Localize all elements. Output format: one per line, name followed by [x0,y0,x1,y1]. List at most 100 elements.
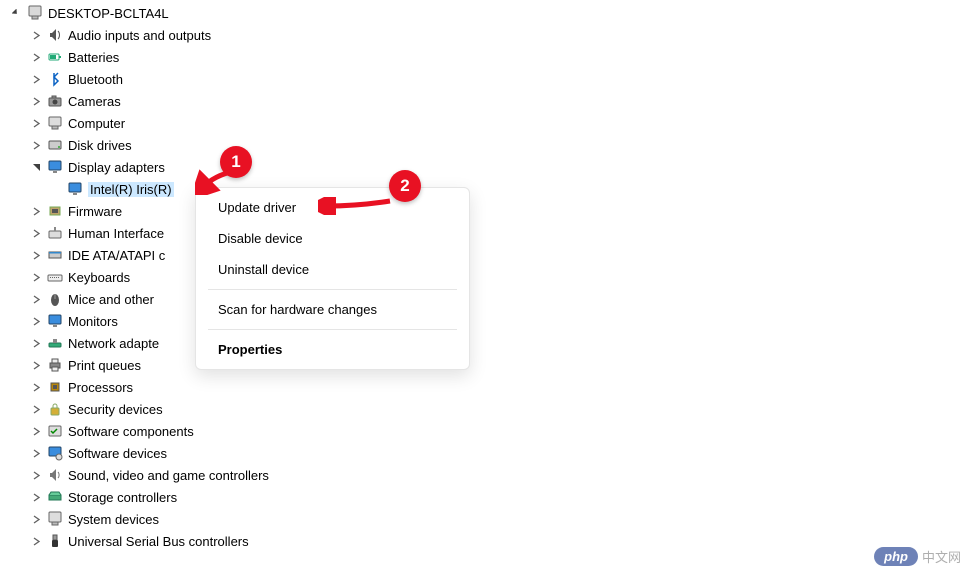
expand-icon[interactable] [30,337,42,349]
expand-icon[interactable] [30,425,42,437]
category-icon [46,70,64,88]
category-icon [46,334,64,352]
computer-icon [26,4,44,22]
category-icon [46,532,64,550]
category-icon [46,400,64,418]
tree-item[interactable]: Sound, video and game controllers [30,464,969,486]
expand-icon[interactable] [30,293,42,305]
tree-item[interactable]: Security devices [30,398,969,420]
expand-icon[interactable] [30,359,42,371]
menu-item-update-driver[interactable]: Update driver [196,192,469,223]
tree-item-label: Software components [68,424,194,439]
expand-icon[interactable] [30,271,42,283]
tree-item[interactable]: Disk drives [30,134,969,156]
menu-item-disable-device[interactable]: Disable device [196,223,469,254]
tree-item[interactable]: Monitors [30,310,969,332]
tree-item[interactable]: System devices [30,508,969,530]
tree-item[interactable]: Batteries [30,46,969,68]
expand-icon[interactable] [30,139,42,151]
watermark: php 中文网 [874,547,961,566]
tree-item[interactable]: Human Interface [30,222,969,244]
tree-item-label: Software devices [68,446,167,461]
category-icon [46,466,64,484]
tree-item-label: Audio inputs and outputs [68,28,211,43]
tree-item[interactable]: Processors [30,376,969,398]
tree-item[interactable]: Cameras [30,90,969,112]
category-icon [46,92,64,110]
category-icon [46,312,64,330]
expand-icon[interactable] [30,381,42,393]
tree-item-label: System devices [68,512,159,527]
menu-separator [208,329,457,330]
tree-item-label: Mice and other [68,292,154,307]
context-menu: Update driverDisable deviceUninstall dev… [195,187,470,370]
tree-item-label: Display adapters [68,160,165,175]
category-icon [46,378,64,396]
tree-item-label: Keyboards [68,270,130,285]
tree-item-label: Batteries [68,50,119,65]
category-icon [46,488,64,506]
expand-icon[interactable] [30,469,42,481]
tree-item-label: Processors [68,380,133,395]
tree-item[interactable]: Bluetooth [30,68,969,90]
tree-item[interactable]: Keyboards [30,266,969,288]
tree-item-label: Network adapte [68,336,159,351]
collapse-icon[interactable] [10,7,22,19]
expand-icon[interactable] [30,535,42,547]
tree-item-label: Intel(R) Iris(R) [88,182,174,197]
tree-item[interactable]: Firmware [30,200,969,222]
category-icon [46,268,64,286]
annotation-badge-2: 2 [389,170,421,202]
tree-item[interactable]: Audio inputs and outputs [30,24,969,46]
tree-item-label: Cameras [68,94,121,109]
tree-item-label: Sound, video and game controllers [68,468,269,483]
tree-item-label: Storage controllers [68,490,177,505]
expand-icon[interactable] [30,403,42,415]
collapse-icon[interactable] [30,161,42,173]
expand-icon[interactable] [30,117,42,129]
category-icon [46,26,64,44]
tree-item-label: Bluetooth [68,72,123,87]
expand-icon[interactable] [30,513,42,525]
tree-item[interactable]: Software devices [30,442,969,464]
expand-icon[interactable] [30,491,42,503]
category-icon [46,224,64,242]
category-icon [46,48,64,66]
annotation-badge-1-text: 1 [231,152,240,172]
expand-icon[interactable] [30,95,42,107]
tree-item-selected[interactable]: Intel(R) Iris(R) [30,178,969,200]
expand-icon[interactable] [30,447,42,459]
annotation-badge-2-text: 2 [400,176,409,196]
expand-icon[interactable] [30,29,42,41]
tree-item[interactable]: IDE ATA/ATAPI c [30,244,969,266]
tree-item[interactable]: Software components [30,420,969,442]
expand-icon[interactable] [30,249,42,261]
tree-item-label: Disk drives [68,138,132,153]
expand-icon[interactable] [30,315,42,327]
gpu-icon [66,180,84,198]
expand-icon[interactable] [30,73,42,85]
category-icon [46,356,64,374]
device-manager-tree: DESKTOP-BCLTA4L Audio inputs and outputs… [0,0,969,552]
tree-item[interactable]: Print queues [30,354,969,376]
category-icon [46,114,64,132]
expand-icon[interactable] [30,205,42,217]
tree-item[interactable]: Mice and other [30,288,969,310]
tree-item-label: Universal Serial Bus controllers [68,534,249,549]
tree-item[interactable]: Universal Serial Bus controllers [30,530,969,552]
expand-icon[interactable] [30,227,42,239]
menu-item-uninstall-device[interactable]: Uninstall device [196,254,469,285]
menu-item-scan-for-hardware-changes[interactable]: Scan for hardware changes [196,294,469,325]
tree-item[interactable]: Computer [30,112,969,134]
tree-item[interactable]: Display adapters [30,156,969,178]
tree-item-label: Human Interface [68,226,164,241]
tree-item[interactable]: Storage controllers [30,486,969,508]
tree-root[interactable]: DESKTOP-BCLTA4L [10,2,969,24]
tree-item[interactable]: Network adapte [30,332,969,354]
tree-root-label: DESKTOP-BCLTA4L [48,6,169,21]
watermark-text: 中文网 [922,547,961,566]
expand-icon[interactable] [30,51,42,63]
watermark-pill: php [874,547,918,566]
menu-item-properties[interactable]: Properties [196,334,469,365]
tree-item-label: Monitors [68,314,118,329]
